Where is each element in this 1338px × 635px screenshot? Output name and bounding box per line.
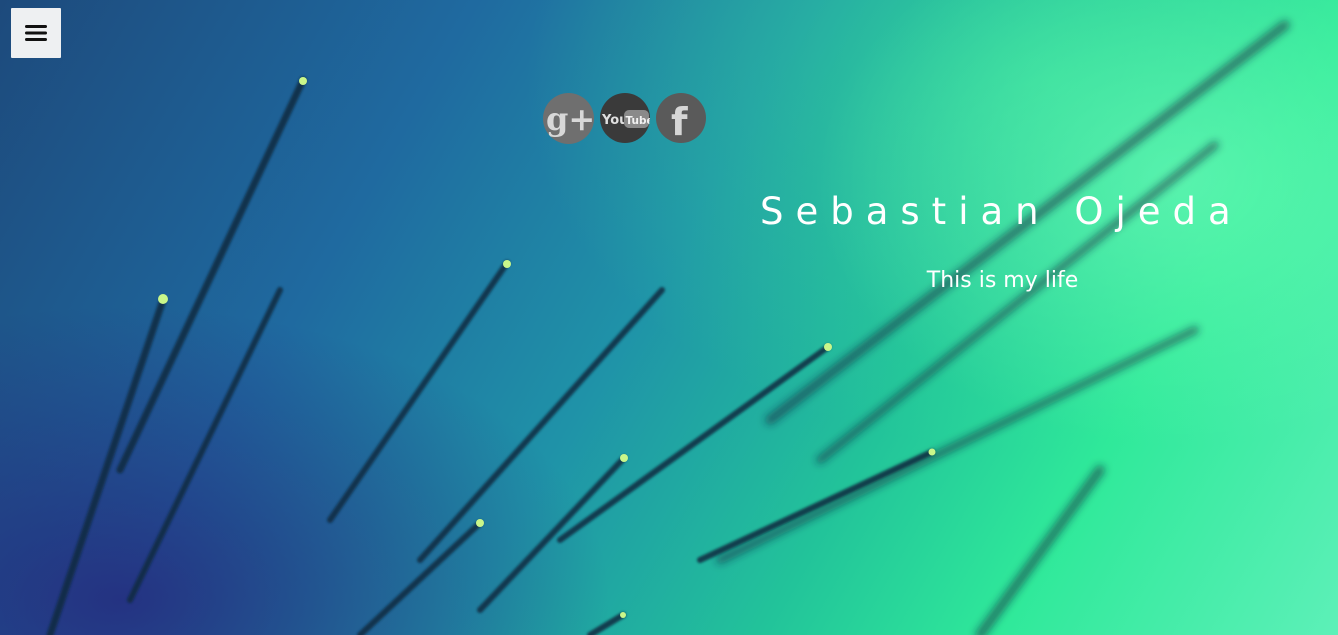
- site-title: Sebastian Ojeda: [760, 190, 1243, 233]
- google-plus-link[interactable]: g+: [543, 93, 594, 144]
- menu-button[interactable]: [11, 8, 61, 58]
- youtube-icon: You Tube: [601, 110, 651, 128]
- hamburger-menu-icon: [25, 25, 47, 41]
- site-tagline: This is my life: [926, 268, 1079, 293]
- social-links: g+ You Tube f: [543, 93, 706, 144]
- svg-text:g+: g+: [546, 100, 594, 138]
- facebook-link[interactable]: f: [656, 93, 706, 143]
- svg-text:Tube: Tube: [626, 115, 651, 127]
- facebook-icon: f: [671, 100, 688, 143]
- google-plus-icon: g+: [546, 100, 594, 138]
- youtube-link[interactable]: You Tube: [600, 93, 650, 143]
- svg-text:f: f: [671, 100, 688, 143]
